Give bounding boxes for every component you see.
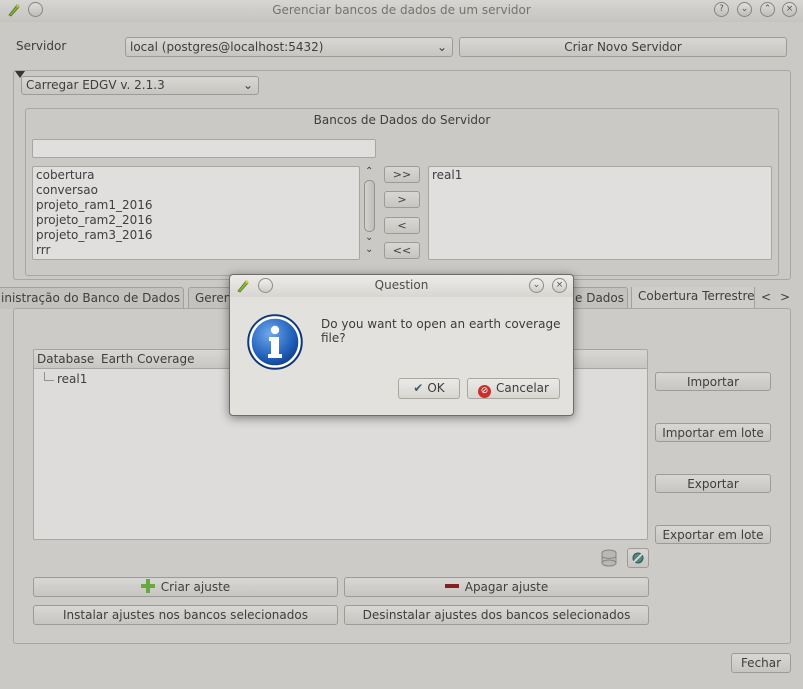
close-window-button[interactable]: × xyxy=(782,2,797,17)
list-scrollbar[interactable]: ⌃ ⌄ ⌄ xyxy=(362,166,377,260)
tab-scroll-left-icon[interactable]: < xyxy=(761,290,771,304)
edgv-select[interactable]: Carregar EDGV v. 2.1.3 ⌄ xyxy=(21,76,259,95)
cancel-button[interactable]: ⊘ Cancelar xyxy=(467,378,560,399)
dialog-message: Do you want to open an earth coverage fi… xyxy=(321,317,561,345)
question-dialog: Question ⌄ × Do you want to open an eart… xyxy=(229,274,574,416)
dialog-close-button[interactable]: × xyxy=(552,278,567,293)
dialog-minimize-button[interactable]: ⌄ xyxy=(529,278,544,293)
help-button[interactable]: ? xyxy=(714,2,729,17)
uninstall-settings-button[interactable]: Desinstalar ajustes dos bancos seleciona… xyxy=(344,605,649,625)
info-icon xyxy=(246,313,304,371)
list-item[interactable]: projeto_ram3_2016 xyxy=(33,228,359,243)
edgv-select-value: Carregar EDGV v. 2.1.3 xyxy=(26,78,165,92)
database-icon[interactable] xyxy=(599,549,619,567)
cancel-icon: ⊘ xyxy=(478,385,492,398)
list-item[interactable]: conversao xyxy=(33,183,359,198)
plus-icon xyxy=(140,579,155,593)
minimize-button[interactable]: ⌄ xyxy=(737,2,752,17)
selected-databases-list[interactable]: real1 xyxy=(428,166,772,260)
chevron-down-icon: ⌄ xyxy=(242,78,253,92)
list-item[interactable]: rrr xyxy=(33,243,359,258)
list-item[interactable]: real1 xyxy=(429,168,771,183)
scroll-down-icon[interactable]: ⌄ xyxy=(365,232,373,243)
list-item[interactable]: projeto_ram1_2016 xyxy=(33,198,359,213)
export-batch-button[interactable]: Exportar em lote xyxy=(655,525,771,544)
window-menu-button[interactable] xyxy=(28,2,43,17)
scroll-up-icon[interactable]: ⌃ xyxy=(365,166,373,177)
tree-item[interactable]: real1 xyxy=(57,372,87,386)
close-button[interactable]: Fechar xyxy=(731,653,791,673)
delete-setting-label: Apagar ajuste xyxy=(464,580,549,594)
cancel-label: Cancelar xyxy=(496,381,549,395)
server-databases-title: Bancos de Dados do Servidor xyxy=(313,113,491,127)
install-settings-button[interactable]: Instalar ajustes nos bancos selecionados xyxy=(33,605,338,625)
import-button[interactable]: Importar xyxy=(655,372,771,391)
column-earth-coverage[interactable]: Earth Coverage xyxy=(101,350,195,369)
ok-button[interactable]: ✔ OK xyxy=(398,378,460,399)
import-batch-button[interactable]: Importar em lote xyxy=(655,423,771,442)
server-label: Servidor xyxy=(16,39,67,53)
server-select-value: local (postgres@localhost:5432) xyxy=(130,40,324,54)
server-select[interactable]: local (postgres@localhost:5432) ⌄ xyxy=(125,37,453,57)
export-button[interactable]: Exportar xyxy=(655,474,771,493)
tab-scroll-right-icon[interactable]: > xyxy=(780,290,790,304)
tree-branch-line xyxy=(44,372,54,381)
column-database[interactable]: Database xyxy=(37,350,94,369)
ok-label: OK xyxy=(427,381,445,395)
move-all-left-button[interactable]: << xyxy=(384,242,420,259)
list-item[interactable]: cobertura xyxy=(33,168,359,183)
move-all-right-button[interactable]: >> xyxy=(384,166,420,183)
tab-data[interactable]: e Dados xyxy=(568,287,628,309)
dialog-menu-button[interactable] xyxy=(258,278,273,293)
create-server-button[interactable]: Criar Novo Servidor xyxy=(459,37,787,57)
scroll-down-end-icon[interactable]: ⌄ xyxy=(365,244,373,255)
create-setting-button[interactable]: Criar ajuste xyxy=(33,577,338,597)
app-icon xyxy=(7,3,21,17)
settings-tool-icon[interactable] xyxy=(627,548,649,568)
list-item[interactable]: projeto_ram2_2016 xyxy=(33,213,359,228)
minus-icon xyxy=(444,584,459,588)
chevron-down-icon: ⌄ xyxy=(436,40,447,54)
tab-earth-coverage[interactable]: Cobertura Terrestre xyxy=(631,287,755,309)
database-filter-input[interactable] xyxy=(32,139,376,158)
check-icon: ✔ xyxy=(413,381,424,395)
delete-setting-button[interactable]: Apagar ajuste xyxy=(344,577,649,597)
move-left-button[interactable]: < xyxy=(384,217,420,234)
tab-database-admin[interactable]: inistração do Banco de Dados xyxy=(0,287,184,309)
move-right-button[interactable]: > xyxy=(384,191,420,208)
window-title: Gerenciar bancos de dados de um servidor xyxy=(272,3,531,17)
window-titlebar: Gerenciar bancos de dados de um servidor… xyxy=(0,0,803,22)
dialog-titlebar: Question ⌄ × xyxy=(230,275,573,297)
create-setting-label: Criar ajuste xyxy=(160,580,231,594)
scrollbar-thumb[interactable] xyxy=(364,180,375,232)
app-icon xyxy=(236,279,250,293)
maximize-button[interactable]: ⌃ xyxy=(760,2,775,17)
dialog-title: Question xyxy=(374,278,429,292)
available-databases-list[interactable]: cobertura conversao projeto_ram1_2016 pr… xyxy=(32,166,360,260)
